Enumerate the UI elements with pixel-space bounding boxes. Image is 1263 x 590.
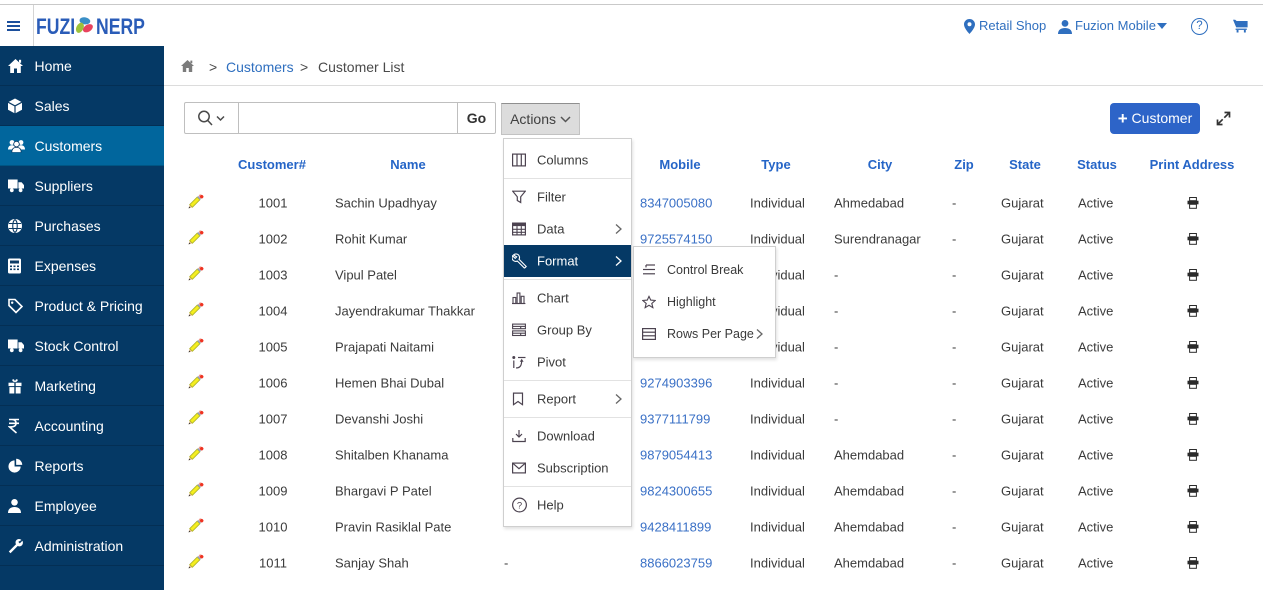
svg-text:?: ? xyxy=(517,501,522,512)
